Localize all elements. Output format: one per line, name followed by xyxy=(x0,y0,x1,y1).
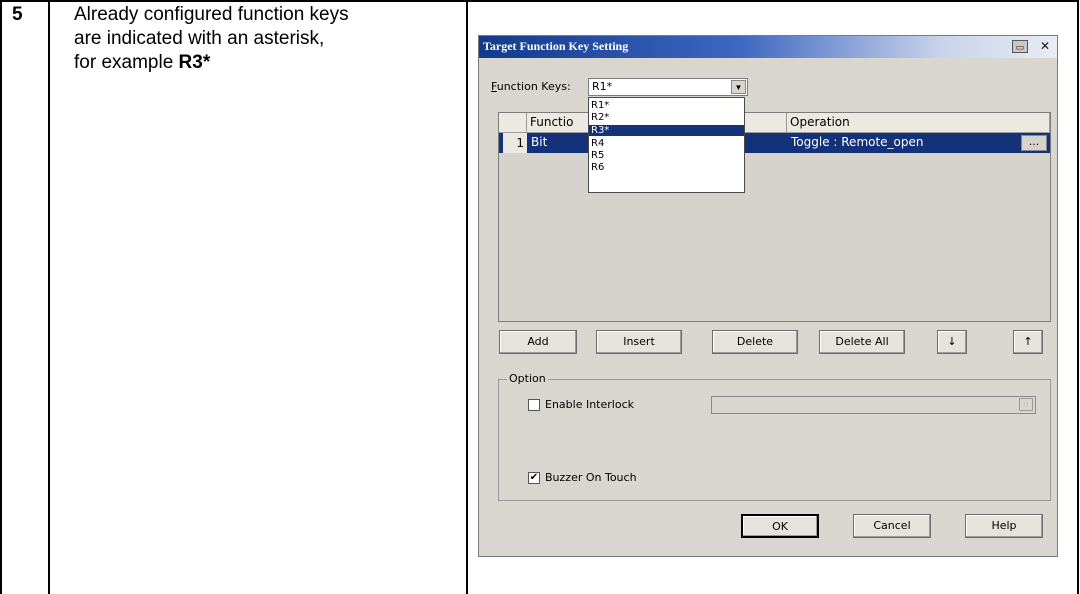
add-button[interactable]: Add xyxy=(499,330,577,354)
dropdown-item[interactable]: R5 xyxy=(589,150,744,161)
function-keys-value: R1* xyxy=(592,80,613,93)
function-keys-label: Function Keys: xyxy=(491,80,571,93)
delete-all-button[interactable]: Delete All xyxy=(819,330,905,354)
table-divider-1 xyxy=(48,0,50,594)
table-divider-2 xyxy=(466,0,468,594)
dropdown-item[interactable]: R6 xyxy=(589,162,744,173)
move-up-button[interactable]: ↑ xyxy=(1013,330,1043,354)
dropdown-item-selected[interactable]: R3* xyxy=(589,125,744,136)
step-line-3: for example R3* xyxy=(74,51,459,75)
function-key-dialog: Target Function Key Setting ▭ ✕ Function… xyxy=(478,35,1058,557)
enable-interlock-checkbox[interactable] xyxy=(528,399,540,411)
buzzer-on-touch-checkbox[interactable]: ✔ xyxy=(528,472,540,484)
move-down-button[interactable]: ↓ xyxy=(937,330,967,354)
example-value: R3* xyxy=(178,52,211,73)
edit-operation-button[interactable]: ... xyxy=(1021,135,1047,151)
function-keys-dropdown[interactable]: R1* R2* R3* R4 R5 R6 xyxy=(588,97,745,193)
help-button[interactable]: Help xyxy=(965,514,1043,538)
step-line-1: Already configured function keys xyxy=(74,4,349,25)
enable-interlock-label[interactable]: Enable Interlock xyxy=(545,398,634,411)
insert-button[interactable]: Insert xyxy=(596,330,682,354)
dialog-titlebar: Target Function Key Setting ▭ ✕ xyxy=(479,36,1057,58)
buzzer-on-touch-label[interactable]: Buzzer On Touch xyxy=(545,471,637,484)
table-row[interactable]: 1 Bit Toggle : Remote_open ... xyxy=(499,133,1050,153)
function-keys-select[interactable]: R1* ▼ xyxy=(588,78,748,96)
table-top-border xyxy=(0,0,1079,2)
grid-corner-header xyxy=(499,113,527,133)
dropdown-item[interactable]: R1* xyxy=(589,100,744,111)
table-border-right xyxy=(1077,0,1079,594)
dropdown-item[interactable]: R4 xyxy=(589,138,744,149)
dropdown-item[interactable]: R2* xyxy=(589,112,744,123)
interlock-address-field: ◌ xyxy=(711,396,1036,414)
option-group-label: Option xyxy=(507,372,548,385)
example-prefix: for example xyxy=(74,52,179,73)
step-description: Already configured function keys are ind… xyxy=(74,3,459,75)
column-header-operation[interactable]: Operation xyxy=(787,113,1050,133)
dialog-title: Target Function Key Setting xyxy=(483,39,629,53)
table-border-left xyxy=(0,0,2,594)
row-index: 1 xyxy=(503,133,527,153)
help-icon[interactable]: ▭ xyxy=(1012,40,1028,53)
close-icon[interactable]: ✕ xyxy=(1037,40,1053,53)
row-function: Bit xyxy=(531,135,548,149)
cancel-button[interactable]: Cancel xyxy=(853,514,931,538)
function-grid[interactable]: Functio Operation 1 Bit Toggle : Remote_… xyxy=(498,112,1051,322)
step-number: 5 xyxy=(12,4,23,25)
ok-button[interactable]: OK xyxy=(741,514,819,538)
row-operation: Toggle : Remote_open xyxy=(791,135,924,149)
function-keys-label-rest: unction Keys: xyxy=(496,80,571,93)
delete-button[interactable]: Delete xyxy=(712,330,798,354)
address-picker-icon: ◌ xyxy=(1019,398,1033,411)
chevron-down-icon[interactable]: ▼ xyxy=(731,80,746,94)
step-line-2: are indicated with an asterisk, xyxy=(74,28,325,49)
